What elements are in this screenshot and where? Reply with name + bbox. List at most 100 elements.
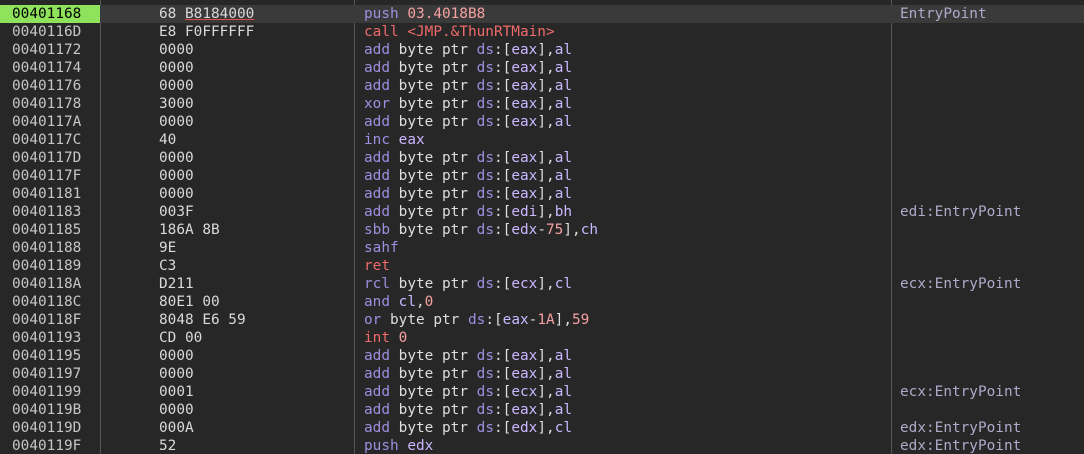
address-cell: 00401193 [12,330,82,346]
address-cell: 00401197 [12,366,82,382]
disassembly-cell: add byte ptr ds:[eax],al [364,60,573,76]
instruction-row[interactable]: 00401189 C3 ret [0,257,1084,275]
disassembly-cell: ret [364,258,390,274]
instruction-row[interactable]: 0040119D 000A add byte ptr ds:[edx],cl edx:… [0,419,1084,437]
bytes-cell: 0001 [159,384,194,400]
disassembly-cell: add byte ptr ds:[eax],al [364,42,573,58]
bytes-cell: 3000 [159,96,194,112]
bytes-cell: C3 [159,258,177,274]
disassembly-cell: sbb byte ptr ds:[edx-75],ch [364,222,599,238]
bytes-cell: 8048 E6 59 [159,312,246,328]
instruction-row[interactable]: 00401199 0001 add byte ptr ds:[ecx],al ecx:… [0,383,1084,401]
bytes-cell: 0000 [159,366,194,382]
instruction-row[interactable]: 0040118A D211 rcl byte ptr ds:[ecx],cl ecx:… [0,275,1084,293]
bytes-cell: 0000 [159,60,194,76]
bytes-cell: 0000 [159,150,194,166]
comment-cell: ecx:EntryPoint [900,384,1022,400]
instruction-row[interactable]: 00401176 0000 add byte ptr ds:[eax],al [0,77,1084,95]
comment-cell: EntryPoint [900,6,987,22]
disassembly-cell: add byte ptr ds:[edi],bh [364,204,573,220]
address-cell: 0040118C [12,294,82,310]
instruction-row[interactable]: 00401193 CD 00 int 0 [0,329,1084,347]
address-cell: 0040117C [12,132,82,148]
instruction-row[interactable]: 0040118F 8048 E6 59 or byte ptr ds:[eax-1A… [0,311,1084,329]
disassembly-view[interactable]: 00401168 68 B8184000 push 03.4018B8 EntryPo… [0,0,1084,454]
address-cell: 0040117A [12,114,82,130]
disassembly-cell: add byte ptr ds:[eax],al [364,114,573,130]
address-cell: 00401185 [12,222,82,238]
bytes-cell: D211 [159,276,194,292]
instruction-row[interactable]: 0040116D E8 F0FFFFFF call <JMP.&ThunRTMain… [0,23,1084,41]
disassembly-cell: push 03.4018B8 [364,6,486,22]
instruction-row[interactable]: 00401178 3000 xor byte ptr ds:[eax],al [0,95,1084,113]
disassembly-cell: add byte ptr ds:[eax],al [364,348,573,364]
instruction-row[interactable]: 00401181 0000 add byte ptr ds:[eax],al [0,185,1084,203]
bytes-cell: 40 [159,132,177,148]
comment-cell: edx:EntryPoint [900,420,1022,436]
bytes-cell: CD 00 [159,330,203,346]
address-cell: 00401188 [12,240,82,256]
bytes-cell: 0000 [159,348,194,364]
instruction-row[interactable]: 00401195 0000 add byte ptr ds:[eax],al [0,347,1084,365]
instruction-row[interactable]: 0040117D 0000 add byte ptr ds:[eax],al [0,149,1084,167]
address-cell: 00401195 [12,348,82,364]
instruction-row[interactable]: 00401188 9E sahf [0,239,1084,257]
bytes-cell: 0000 [159,402,194,418]
address-cell: 0040116D [12,24,82,40]
address-cell: 00401178 [12,96,82,112]
instruction-row[interactable]: 00401197 0000 add byte ptr ds:[eax],al [0,365,1084,383]
bytes-cell: 52 [159,438,177,454]
instruction-row[interactable]: 00401183 003F add byte ptr ds:[edi],bh edi:… [0,203,1084,221]
disassembly-cell: sahf [364,240,399,256]
bytes-cell: E8 F0FFFFFF [159,24,255,40]
disassembly-cell: add byte ptr ds:[eax],al [364,366,573,382]
instruction-row[interactable]: 0040119F 52 push edx edx:EntryPoint [0,437,1084,454]
address-cell: 00401172 [12,42,82,58]
disassembly-cell: xor byte ptr ds:[eax],al [364,96,573,112]
address-cell: 00401181 [12,186,82,202]
bytes-cell: 68 B8184000 [159,6,255,22]
address-cell: 0040119F [12,438,82,454]
instruction-row[interactable]: 0040117F 0000 add byte ptr ds:[eax],al [0,167,1084,185]
disassembly-cell: add byte ptr ds:[ecx],al [364,384,573,400]
disassembly-cell: add byte ptr ds:[eax],al [364,402,573,418]
bytes-cell: 003F [159,204,194,220]
bytes-cell: 80E1 00 [159,294,220,310]
address-cell: 00401189 [12,258,82,274]
address-cell: 00401174 [12,60,82,76]
address-cell: 0040118A [12,276,82,292]
instruction-row[interactable]: 0040117A 0000 add byte ptr ds:[eax],al [0,113,1084,131]
instruction-row[interactable]: 0040119B 0000 add byte ptr ds:[eax],al [0,401,1084,419]
disassembly-cell: int 0 [364,330,408,346]
bytes-cell: 0000 [159,186,194,202]
bytes-cell: 9E [159,240,177,256]
address-cell: 0040117F [12,168,82,184]
bytes-cell: 000A [159,420,194,436]
disassembly-cell: add byte ptr ds:[eax],al [364,150,573,166]
address-cell: 00401168 [0,5,100,23]
instruction-row[interactable]: 00401172 0000 add byte ptr ds:[eax],al [0,41,1084,59]
disassembly-cell: push edx [364,438,434,454]
disassembly-cell: rcl byte ptr ds:[ecx],cl [364,276,573,292]
address-cell: 0040119D [12,420,82,436]
bytes-cell: 0000 [159,42,194,58]
address-cell: 00401176 [12,78,82,94]
disassembly-cell: add byte ptr ds:[eax],al [364,168,573,184]
address-cell: 0040118F [12,312,82,328]
address-cell: 0040117D [12,150,82,166]
disassembly-cell: add byte ptr ds:[eax],al [364,186,573,202]
address-cell: 0040119B [12,402,82,418]
comment-cell: edx:EntryPoint [900,438,1022,454]
instruction-row[interactable]: 00401168 68 B8184000 push 03.4018B8 EntryPo… [0,5,1084,23]
instruction-row[interactable]: 00401174 0000 add byte ptr ds:[eax],al [0,59,1084,77]
bytes-cell: 186A 8B [159,222,220,238]
disassembly-cell: add byte ptr ds:[edx],cl [364,420,573,436]
disassembly-cell: or byte ptr ds:[eax-1A],59 [364,312,590,328]
disassembly-cell: call <JMP.&ThunRTMain> [364,24,555,40]
instruction-row[interactable]: 0040118C 80E1 00 and cl,0 [0,293,1084,311]
instruction-row[interactable]: 00401185 186A 8B sbb byte ptr ds:[edx-75],… [0,221,1084,239]
bytes-cell: 0000 [159,114,194,130]
instruction-row[interactable]: 0040117C 40 inc eax [0,131,1084,149]
bytes-cell: 0000 [159,168,194,184]
address-cell: 00401183 [12,204,82,220]
